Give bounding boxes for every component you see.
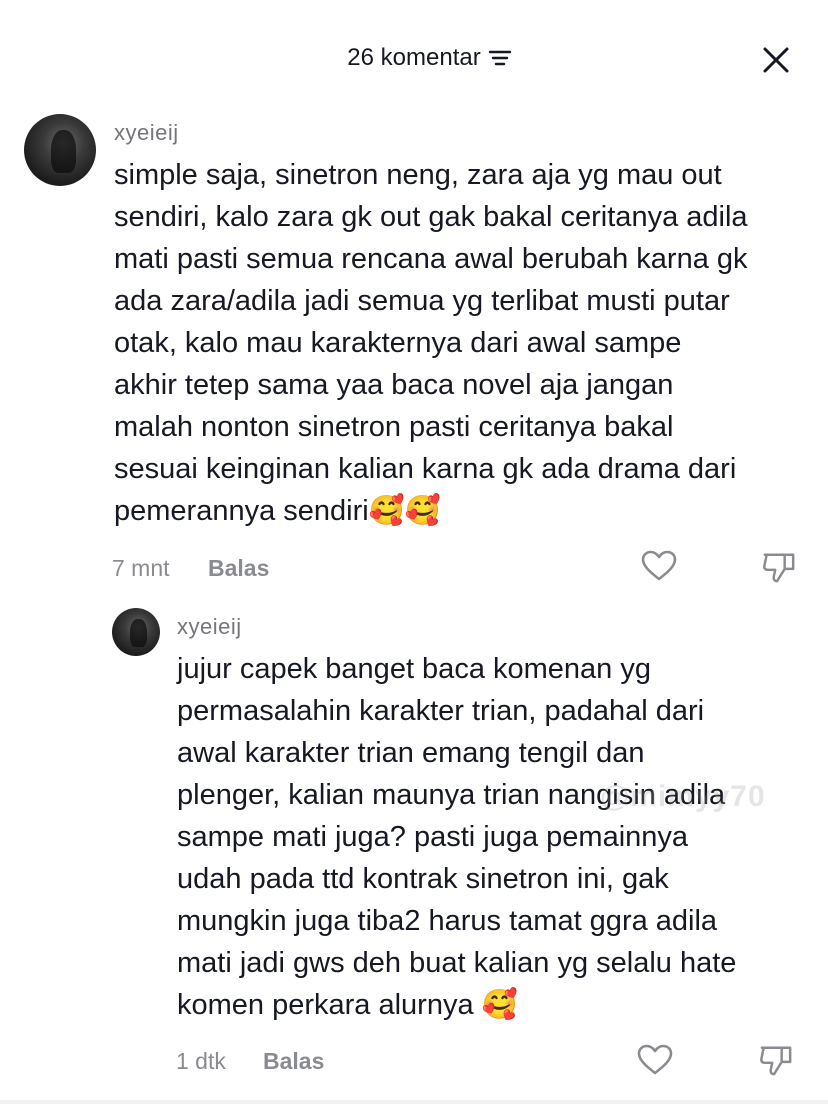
bottom-divider: [0, 1100, 828, 1104]
dislike-thumb-icon[interactable]: [759, 1043, 793, 1077]
comment-username[interactable]: xyeieij: [177, 614, 242, 640]
reply-comment-item: xyeieij jujur capek banget baca komenan …: [0, 0, 828, 1100]
like-heart-icon[interactable]: [637, 1044, 673, 1076]
reply-button[interactable]: Balas: [263, 1048, 324, 1075]
comment-time: 1 dtk: [176, 1048, 226, 1074]
avatar[interactable]: [112, 608, 160, 656]
watermark: @mimyy70: [600, 780, 766, 813]
comment-text: jujur capek banget baca komenan yg perma…: [177, 653, 737, 1021]
